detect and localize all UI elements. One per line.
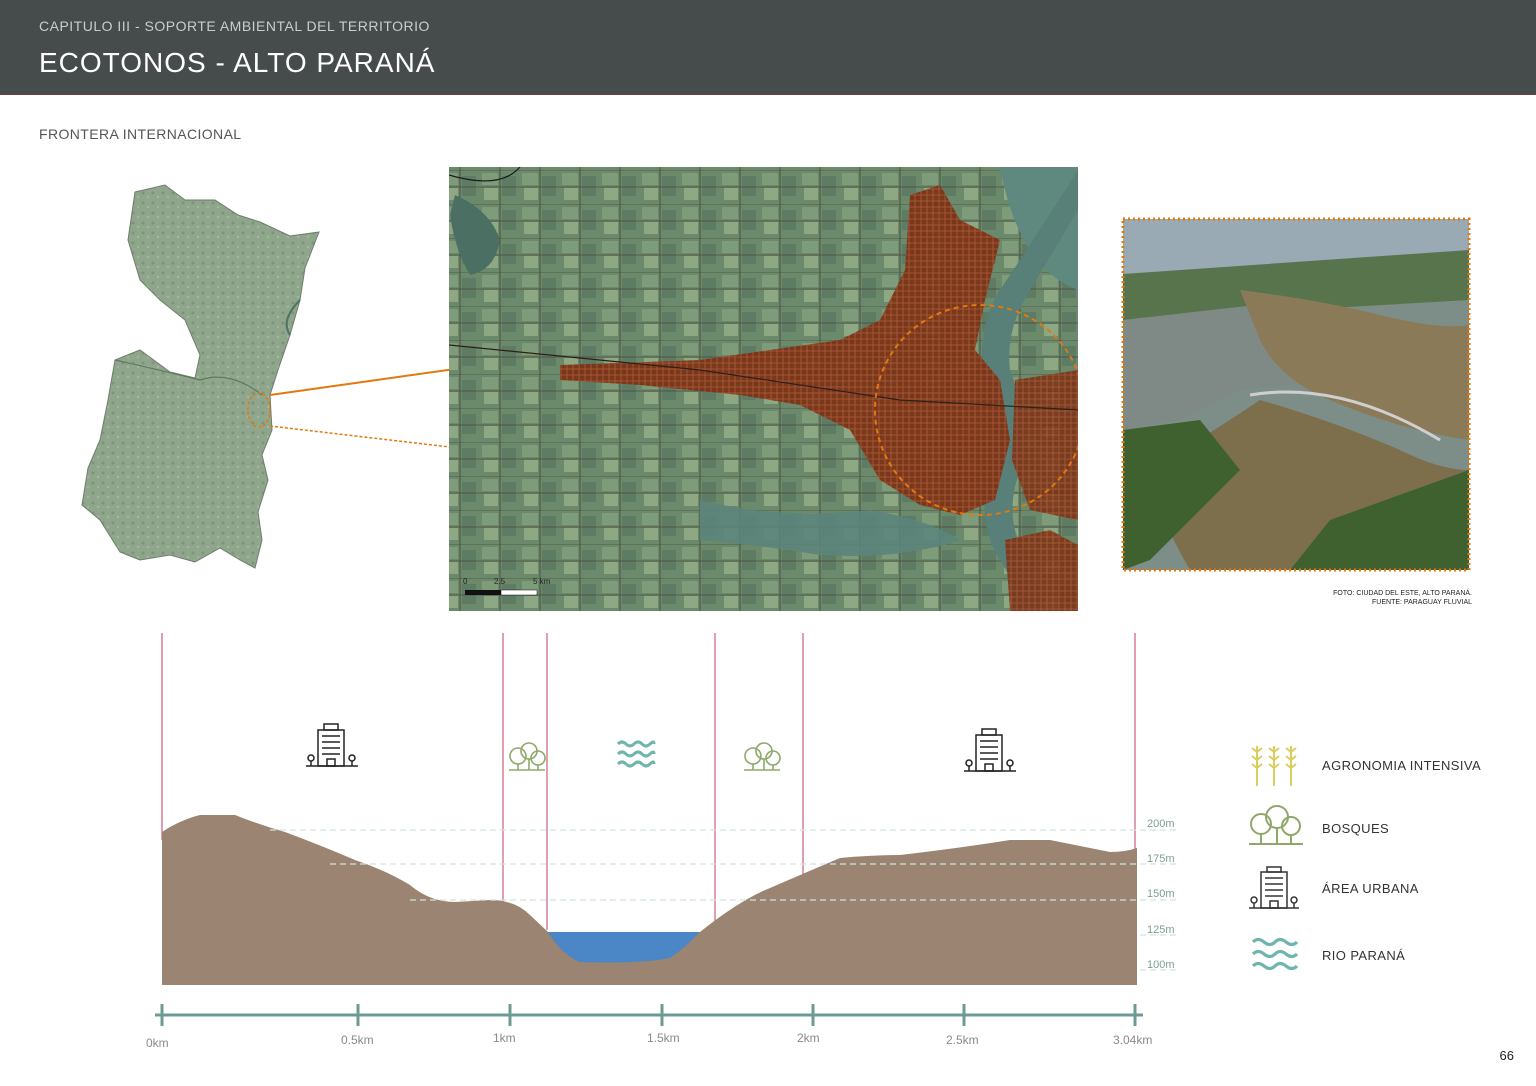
department-map xyxy=(81,184,320,569)
wheat-icon xyxy=(1251,746,1297,786)
legend-label-area-urbana: ÁREA URBANA xyxy=(1322,881,1419,896)
forest-icon xyxy=(509,742,546,771)
distance-axis xyxy=(155,1004,1143,1026)
aerial-photo xyxy=(1121,217,1471,572)
page-header: CAPITULO III - SOPORTE AMBIENTAL DEL TER… xyxy=(0,0,1536,95)
maps-figure: 0 2.5 5 km xyxy=(81,167,1471,611)
photo-caption-line1: FOTO: CIUDAD DEL ESTE, ALTO PARANÁ. xyxy=(1333,590,1472,597)
building-icon xyxy=(964,728,1016,772)
photo-caption: FOTO: CIUDAD DEL ESTE, ALTO PARANÁ. FUEN… xyxy=(1333,589,1472,607)
distance-label-3-04km: 3.04km xyxy=(1113,1033,1152,1047)
water-icon xyxy=(1252,937,1298,971)
elevation-profile: 200m 175m 150m 125m 100m 0km 0.5km 1km 1… xyxy=(146,633,1180,1050)
water-icon xyxy=(616,740,656,768)
scale-label-mid: 2.5 xyxy=(494,577,506,586)
distance-label-2km: 2km xyxy=(797,1031,820,1045)
legend-label-bosques: BOSQUES xyxy=(1322,821,1390,836)
elevation-label-100: 100m xyxy=(1147,959,1175,971)
forest-icon xyxy=(1249,805,1303,845)
forest-icon xyxy=(744,742,781,771)
page-title: ECOTONOS - ALTO PARANÁ xyxy=(39,47,436,78)
legend-label-agronomia: AGRONOMIA INTENSIVA xyxy=(1322,758,1482,773)
scale-label-end: 5 km xyxy=(533,577,551,586)
section-subtitle: FRONTERA INTERNACIONAL xyxy=(39,126,242,142)
photo-caption-line2: FUENTE: PARAGUAY FLUVIAL xyxy=(1372,599,1472,606)
map-scale-bar xyxy=(465,590,501,595)
elevation-label-175: 175m xyxy=(1147,853,1175,865)
distance-label-1-5km: 1.5km xyxy=(647,1031,680,1045)
distance-label-0-5km: 0.5km xyxy=(341,1033,374,1047)
scale-label-0: 0 xyxy=(463,577,468,586)
elevation-label-200: 200m xyxy=(1147,818,1175,830)
page-number: 66 xyxy=(1499,1048,1514,1063)
distance-label-2-5km: 2.5km xyxy=(946,1033,979,1047)
distance-label-0km: 0km xyxy=(146,1036,169,1050)
elevation-label-125: 125m xyxy=(1147,924,1175,936)
chapter-title: CAPITULO III - SOPORTE AMBIENTAL DEL TER… xyxy=(39,18,430,34)
building-icon xyxy=(1249,866,1299,909)
distance-label-1km: 1km xyxy=(493,1031,516,1045)
building-icon xyxy=(306,723,358,767)
elevation-label-150: 150m xyxy=(1147,888,1175,900)
satellite-map: 0 2.5 5 km xyxy=(449,167,1078,611)
legend-label-rio-parana: RIO PARANÁ xyxy=(1322,948,1406,963)
